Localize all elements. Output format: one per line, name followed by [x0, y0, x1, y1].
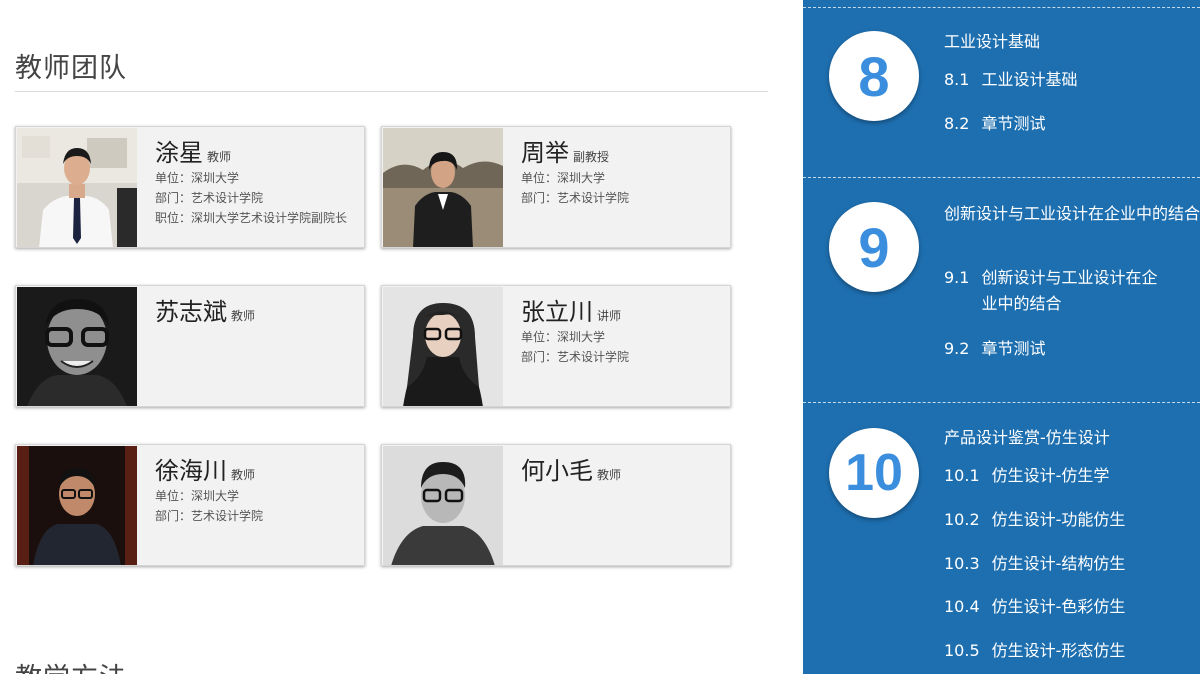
lesson-title: 仿生设计-仿生学: [991, 466, 1110, 485]
teacher-photo: [17, 287, 137, 406]
lesson-title: 章节测试: [981, 114, 1046, 133]
lesson-item[interactable]: 8.2 章节测试: [944, 111, 1045, 137]
teacher-card[interactable]: 何小毛 教师: [381, 444, 731, 566]
teacher-role: 讲师: [597, 309, 622, 323]
teacher-card[interactable]: 涂星 教师 单位：深圳大学 部门：艺术设计学院 职位：深圳大学艺术设计学院副院长: [15, 126, 365, 248]
divider: [803, 7, 1200, 8]
teacher-department: 部门：艺术设计学院: [155, 191, 264, 205]
teacher-unit: 单位：深圳大学: [155, 171, 240, 185]
lesson-item[interactable]: 10.5 仿生设计-形态仿生: [944, 638, 1125, 664]
teacher-card[interactable]: 苏志斌 教师: [15, 285, 365, 407]
teacher-role: 教师: [207, 150, 232, 164]
lesson-number: 8.1: [944, 70, 970, 89]
section-title-methods: 教学方法: [15, 656, 127, 674]
chapter-number-badge: 10: [829, 428, 919, 518]
lesson-number: 9.2: [944, 339, 970, 358]
teacher-unit: 单位：深圳大学: [155, 489, 240, 503]
lesson-item[interactable]: 9.1 创新设计与工业设计在企业中的结合: [944, 265, 1157, 317]
chapter-number-badge: 9: [829, 202, 919, 292]
lesson-item[interactable]: 10.3 仿生设计-结构仿生: [944, 551, 1125, 577]
lesson-title: 章节测试: [981, 339, 1046, 358]
lesson-title: 仿生设计-色彩仿生: [991, 597, 1126, 616]
lesson-number: 9.1: [944, 268, 970, 287]
divider: [803, 177, 1200, 178]
divider: [803, 402, 1200, 403]
chapter-title[interactable]: 产品设计鉴赏-仿生设计: [944, 425, 1200, 451]
lesson-number: 10.4: [944, 597, 980, 616]
divider: [15, 91, 768, 92]
teacher-department: 部门：艺术设计学院: [521, 191, 630, 205]
lesson-item[interactable]: 8.1 工业设计基础: [944, 67, 1077, 93]
teacher-photo: [383, 287, 503, 406]
lesson-number: 8.2: [944, 114, 970, 133]
teacher-photo: [383, 446, 503, 565]
lesson-title: 仿生设计-功能仿生: [991, 510, 1126, 529]
teacher-photo: [383, 128, 503, 247]
teacher-name[interactable]: 涂星: [155, 139, 203, 167]
lesson-title: 创新设计与工业设计在企业中的结合: [981, 268, 1158, 313]
teacher-role: 教师: [597, 468, 622, 482]
teacher-unit: 单位：深圳大学: [521, 330, 606, 344]
teacher-position: 职位：深圳大学艺术设计学院副院长: [155, 211, 348, 225]
lesson-number: 10.3: [944, 554, 980, 573]
teacher-photo: [17, 128, 137, 247]
teacher-card[interactable]: 徐海川 教师 单位：深圳大学 部门：艺术设计学院: [15, 444, 365, 566]
lesson-item[interactable]: 10.2 仿生设计-功能仿生: [944, 507, 1125, 533]
teacher-unit: 单位：深圳大学: [521, 171, 606, 185]
lesson-item[interactable]: 10.1 仿生设计-仿生学: [944, 463, 1109, 489]
teacher-name[interactable]: 苏志斌: [155, 298, 227, 326]
teacher-photo: [17, 446, 137, 565]
teacher-role: 副教授: [573, 150, 610, 164]
teacher-role: 教师: [231, 309, 256, 323]
lesson-title: 仿生设计-结构仿生: [991, 554, 1126, 573]
teacher-card[interactable]: 张立川 讲师 单位：深圳大学 部门：艺术设计学院: [381, 285, 731, 407]
chapter-number-badge: 8: [829, 31, 919, 121]
lesson-item[interactable]: 9.2 章节测试: [944, 336, 1045, 362]
teacher-name[interactable]: 徐海川: [155, 457, 227, 485]
main-content: 教师团队 涂星 教师 单位：深圳大学 部门：艺术设计学院 职位：深圳大学艺术设计学…: [0, 0, 803, 674]
chapter-title[interactable]: 工业设计基础: [944, 29, 1200, 55]
section-title-teachers: 教师团队: [15, 53, 127, 84]
lesson-title: 仿生设计-形态仿生: [991, 641, 1126, 660]
teacher-name[interactable]: 张立川: [521, 298, 593, 326]
lesson-number: 10.1: [944, 466, 980, 485]
teacher-role: 教师: [231, 468, 256, 482]
teacher-name[interactable]: 周举: [521, 139, 569, 167]
teacher-department: 部门：艺术设计学院: [155, 509, 264, 523]
lesson-number: 10.5: [944, 641, 980, 660]
teacher-card[interactable]: 周举 副教授 单位：深圳大学 部门：艺术设计学院: [381, 126, 731, 248]
chapter-title[interactable]: 创新设计与工业设计在企业中的结合: [944, 201, 1200, 227]
lesson-number: 10.2: [944, 510, 980, 529]
chapter-sidebar: 8 工业设计基础 8.1 工业设计基础 8.2 章节测试 9 创新设计与工业设计…: [803, 0, 1200, 674]
lesson-item[interactable]: 10.4 仿生设计-色彩仿生: [944, 594, 1125, 620]
lesson-title: 工业设计基础: [981, 70, 1078, 89]
teacher-name[interactable]: 何小毛: [521, 457, 593, 485]
teacher-department: 部门：艺术设计学院: [521, 350, 630, 364]
